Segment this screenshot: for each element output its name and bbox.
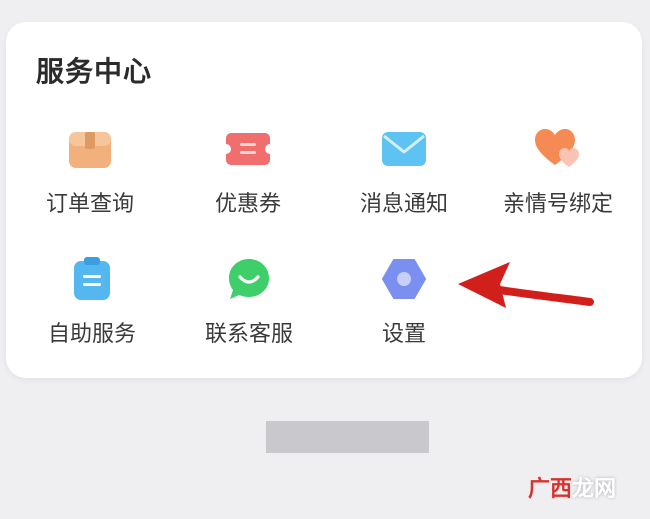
site-watermark: 广西龙网 [527, 477, 616, 502]
hearts-icon [535, 126, 581, 172]
contact-support-item[interactable]: 联系客服 [169, 256, 329, 348]
contact-support-label: 联系客服 [204, 322, 293, 347]
clipboard-icon [69, 256, 115, 302]
coupon-label: 优惠券 [214, 192, 281, 217]
order-query-label: 订单查询 [45, 192, 134, 217]
settings-label: 设置 [381, 322, 426, 347]
card-title: 服务中心 [36, 55, 153, 88]
chat-icon [226, 256, 272, 302]
blurred-placeholder [266, 421, 429, 453]
self-service-item[interactable]: 自助服务 [12, 256, 172, 348]
package-icon [67, 126, 113, 172]
message-notification-label: 消息通知 [359, 192, 448, 217]
order-query-item[interactable]: 订单查询 [10, 126, 170, 218]
family-number-binding-item[interactable]: 亲情号绑定 [478, 126, 638, 218]
self-service-label: 自助服务 [47, 322, 136, 347]
envelope-icon [381, 126, 427, 172]
hexagon-settings-icon [381, 256, 427, 302]
coupon-icon [225, 126, 271, 172]
coupon-item[interactable]: 优惠券 [168, 126, 328, 218]
family-number-binding-label: 亲情号绑定 [502, 192, 613, 217]
message-notification-item[interactable]: 消息通知 [324, 126, 484, 218]
red-arrow-annotation [458, 262, 594, 308]
